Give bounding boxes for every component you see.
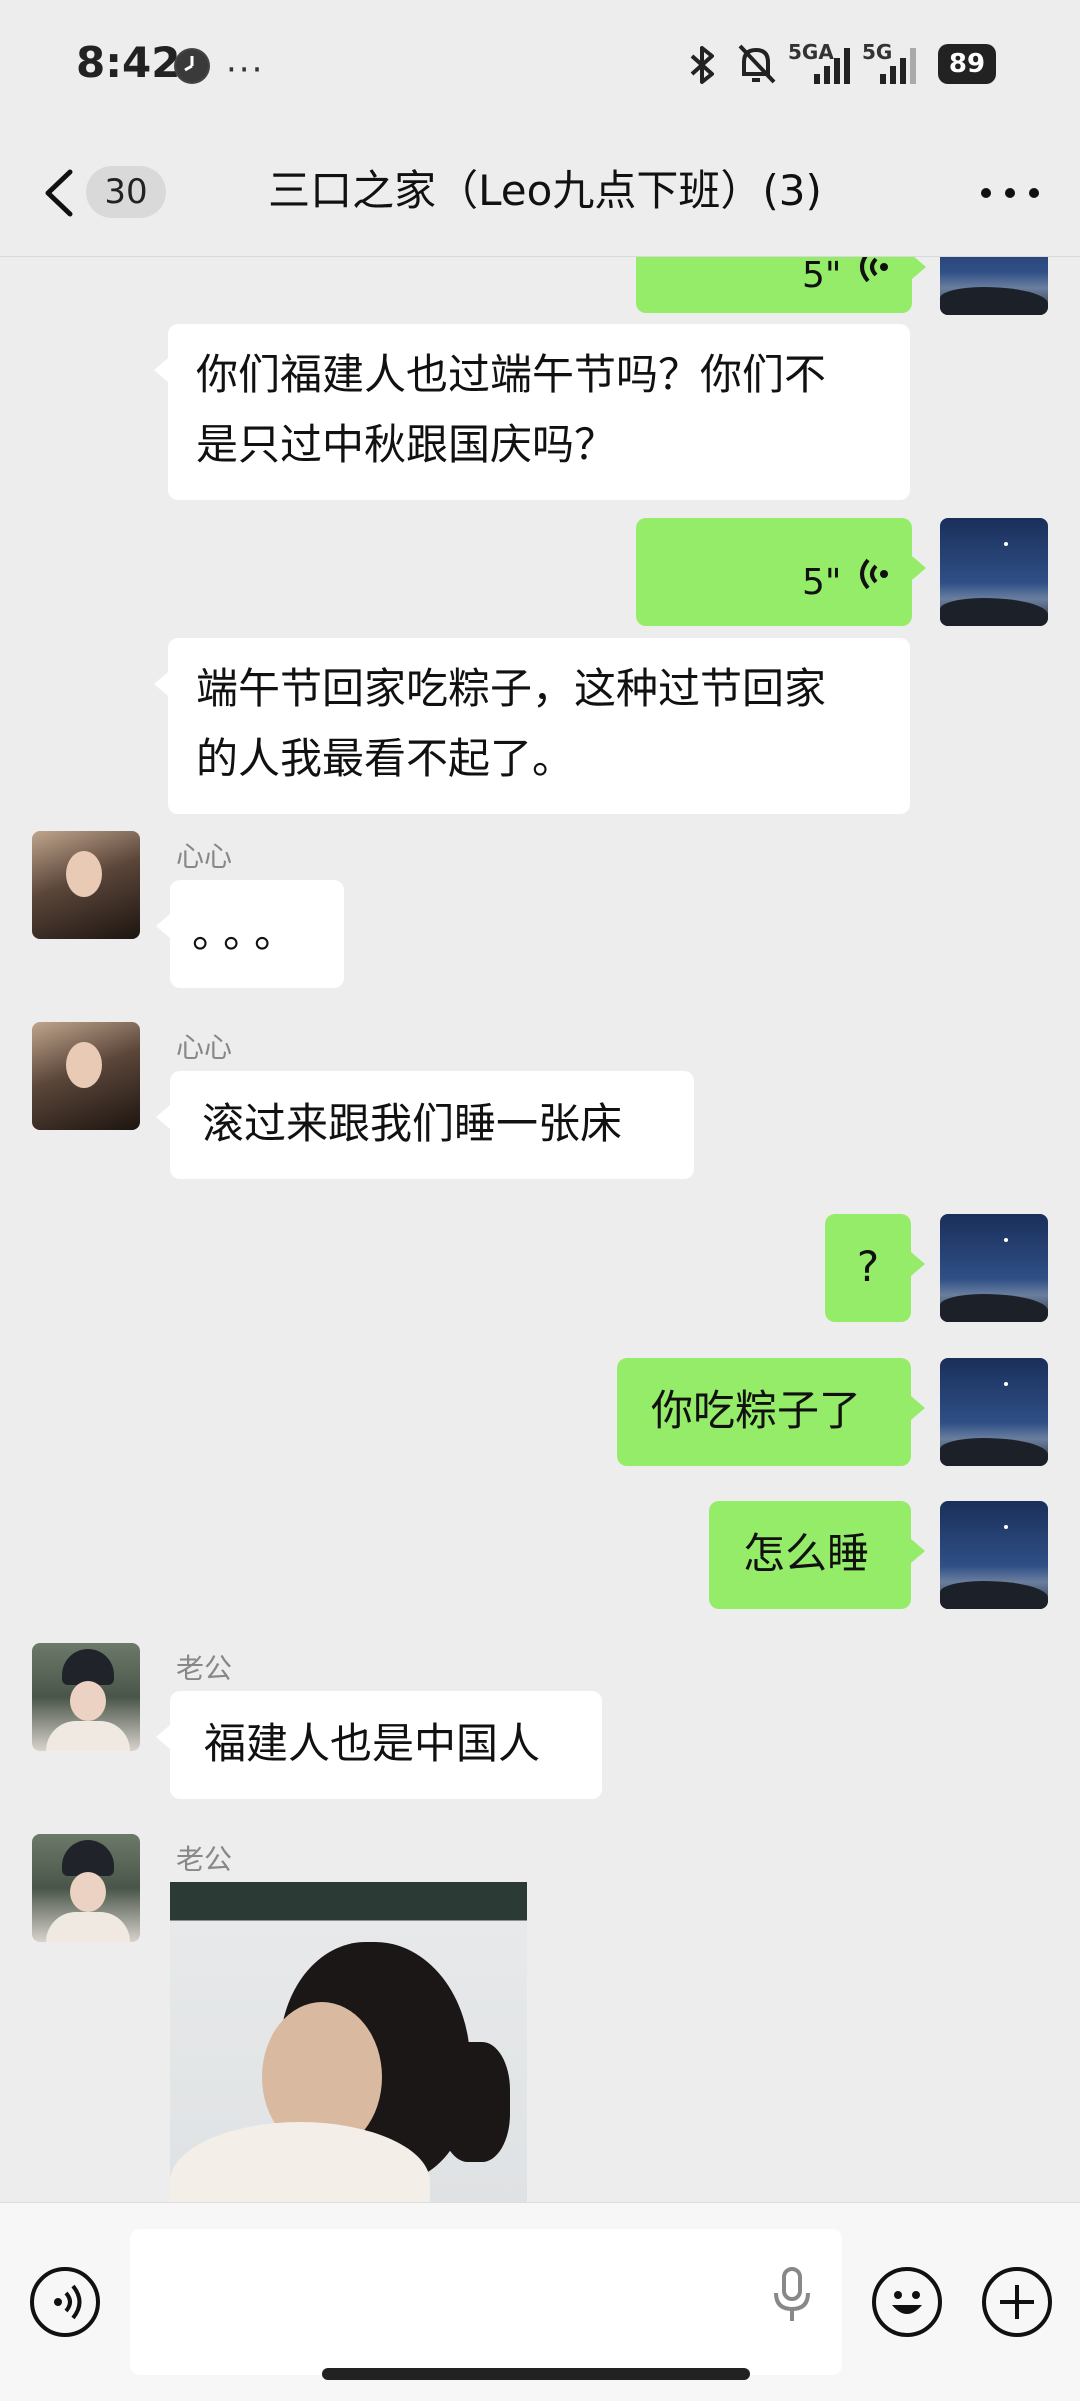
avatar-self[interactable] xyxy=(940,518,1048,626)
voice-message[interactable]: 5" xyxy=(636,257,926,313)
text-message[interactable]: ? xyxy=(825,1214,925,1322)
voice-mode-icon xyxy=(54,2284,82,2320)
clock-icon xyxy=(174,48,210,84)
voice-wave-icon xyxy=(860,558,888,590)
message-text: 你吃粽子了 xyxy=(651,1386,862,1435)
text-message[interactable]: 福建人也是中国人 xyxy=(156,1691,602,1799)
sender-name: 心心 xyxy=(176,1031,233,1064)
message-text: 。。。 xyxy=(192,908,307,957)
message-text: 你们福建人也过端午节吗？你们不 xyxy=(196,350,827,399)
bluetooth-icon xyxy=(690,46,714,84)
message-text: 是只过中秋跟国庆吗？ xyxy=(196,420,617,469)
avatar-xinxin[interactable] xyxy=(32,831,140,939)
chat-info-button[interactable] xyxy=(970,170,1050,216)
text-message[interactable]: 。。。 xyxy=(156,880,344,988)
text-message[interactable]: 滚过来跟我们睡一张床 xyxy=(156,1071,694,1179)
more-dots-icon: ··· xyxy=(226,50,265,90)
voice-mode-button[interactable] xyxy=(30,2267,100,2337)
avatar-self[interactable] xyxy=(940,257,1048,315)
mute-icon xyxy=(738,44,776,84)
microphone-icon[interactable] xyxy=(772,2263,812,2327)
status-time: 8:42 xyxy=(76,38,181,87)
message-text: 怎么睡 xyxy=(743,1529,870,1578)
text-message[interactable]: 你们福建人也过端午节吗？你们不 是只过中秋跟国庆吗？ xyxy=(154,324,910,500)
sender-name: 老公 xyxy=(176,1843,233,1876)
sender-name: 老公 xyxy=(176,1652,233,1685)
unread-count-badge[interactable]: 30 xyxy=(86,166,166,218)
text-message[interactable]: 你吃粽子了 xyxy=(617,1358,925,1466)
status-bar: 8:42 ··· 5GA 5G 89 xyxy=(0,0,1080,130)
home-indicator[interactable] xyxy=(322,2368,750,2380)
chevron-left-icon xyxy=(45,169,73,217)
avatar-self[interactable] xyxy=(940,1501,1048,1609)
image-message[interactable] xyxy=(170,1882,527,2202)
chat-header: 30 三口之家（Leo九点下班）(3) xyxy=(0,130,1080,257)
signal-icon xyxy=(814,48,850,84)
message-text: 滚过来跟我们睡一张床 xyxy=(202,1099,623,1148)
message-input[interactable] xyxy=(130,2229,842,2375)
emoji-button[interactable] xyxy=(872,2267,942,2337)
avatar-laogong[interactable] xyxy=(32,1643,140,1751)
plus-icon xyxy=(1000,2285,1034,2319)
voice-duration: 5" xyxy=(802,562,842,603)
avatar-xinxin[interactable] xyxy=(32,1022,140,1130)
chat-title: 三口之家（Leo九点下班）(3) xyxy=(268,166,822,215)
more-functions-button[interactable] xyxy=(982,2267,1052,2337)
emoji-icon xyxy=(892,2291,922,2314)
message-text: 福建人也是中国人 xyxy=(204,1719,541,1768)
text-message[interactable]: 端午节回家吃粽子，这种过节回家 的人我最看不起了。 xyxy=(154,638,910,814)
text-message[interactable]: 怎么睡 xyxy=(709,1501,925,1609)
avatar-laogong[interactable] xyxy=(32,1834,140,1942)
message-text: 端午节回家吃粽子，这种过节回家 xyxy=(196,664,827,713)
message-list[interactable]: 5" 你们福建人也过端午节吗？你们不 是只过中秋跟国庆吗？ 5" 端午节回家吃粽… xyxy=(0,257,1080,2202)
voice-duration: 5" xyxy=(802,257,842,296)
signal-icon xyxy=(880,48,916,84)
voice-wave-icon xyxy=(860,257,888,283)
avatar-self[interactable] xyxy=(940,1358,1048,1466)
message-text: 的人我最看不起了。 xyxy=(196,734,575,783)
message-text: ? xyxy=(856,1242,880,1291)
avatar-self[interactable] xyxy=(940,1214,1048,1322)
back-button[interactable] xyxy=(40,166,80,220)
voice-message[interactable]: 5" xyxy=(636,518,926,626)
battery-icon: 89 xyxy=(938,44,996,84)
sender-name: 心心 xyxy=(176,840,233,873)
